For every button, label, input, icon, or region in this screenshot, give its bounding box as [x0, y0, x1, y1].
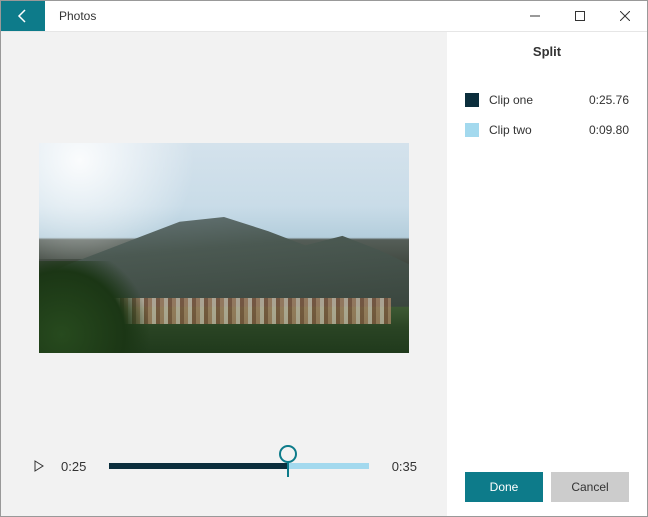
- clip-name: Clip two: [489, 123, 579, 137]
- done-button[interactable]: Done: [465, 472, 543, 502]
- maximize-icon: [575, 11, 585, 21]
- titlebar: Photos: [1, 1, 647, 31]
- button-row: Done Cancel: [465, 472, 629, 502]
- minimize-icon: [530, 11, 540, 21]
- timeline-track[interactable]: [109, 456, 369, 476]
- back-button[interactable]: [1, 1, 45, 31]
- maximize-button[interactable]: [557, 1, 602, 31]
- clip-duration: 0:25.76: [589, 93, 629, 107]
- timeline: 0:25 0:35: [31, 456, 417, 476]
- close-icon: [620, 11, 630, 21]
- arrow-left-icon: [15, 8, 31, 24]
- cancel-button[interactable]: Cancel: [551, 472, 629, 502]
- clip-row: Clip one 0:25.76: [465, 85, 629, 115]
- clip-name: Clip one: [489, 93, 579, 107]
- play-button[interactable]: [31, 458, 47, 474]
- play-icon: [34, 460, 44, 472]
- clip-two-segment: [288, 463, 369, 469]
- clip-one-segment: [109, 463, 288, 469]
- split-panel: Split Clip one 0:25.76 Clip two 0:09.80 …: [447, 32, 647, 516]
- clip-two-swatch: [465, 123, 479, 137]
- preview-pane: 0:25 0:35: [1, 32, 447, 516]
- clip-row: Clip two 0:09.80: [465, 115, 629, 145]
- split-playhead[interactable]: [287, 455, 289, 477]
- video-preview[interactable]: [39, 143, 409, 353]
- panel-title: Split: [465, 44, 629, 59]
- minimize-button[interactable]: [512, 1, 557, 31]
- content: 0:25 0:35 Split Clip one 0:25.76 Clip tw…: [1, 31, 647, 516]
- app-title: Photos: [45, 1, 110, 31]
- close-button[interactable]: [602, 1, 647, 31]
- total-time: 0:35: [383, 459, 417, 474]
- current-time: 0:25: [61, 459, 95, 474]
- clip-one-swatch: [465, 93, 479, 107]
- clip-duration: 0:09.80: [589, 123, 629, 137]
